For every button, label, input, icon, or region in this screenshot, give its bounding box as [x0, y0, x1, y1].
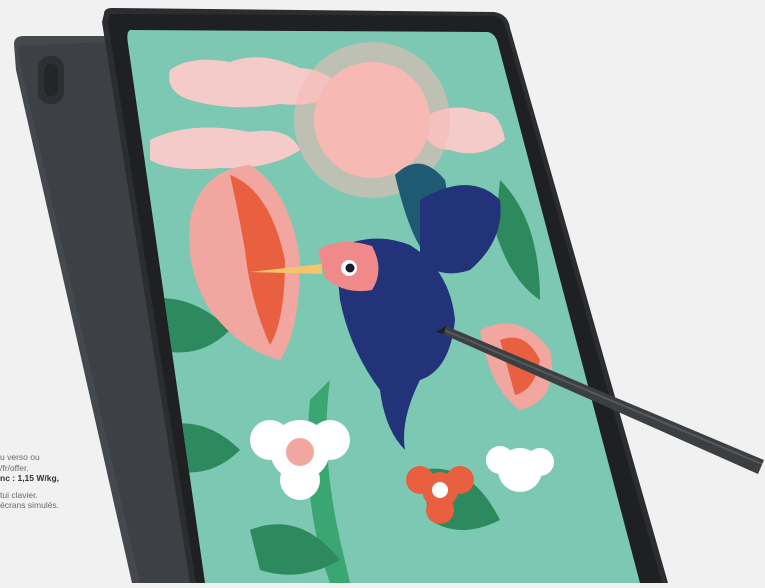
- legal-line: écrans simulés.: [0, 500, 60, 510]
- legal-notice: u verso ou /fr/offer. nc : 1,15 W/kg, tu…: [0, 452, 120, 511]
- legal-line: tui clavier.: [0, 489, 38, 500]
- legal-line: u verso ou: [0, 452, 40, 462]
- product-hero: u verso ou /fr/offer. nc : 1,15 W/kg, tu…: [0, 0, 765, 583]
- legal-line: /fr/offer.: [0, 462, 29, 473]
- legal-line-bold: nc : 1,15 W/kg,: [0, 473, 60, 483]
